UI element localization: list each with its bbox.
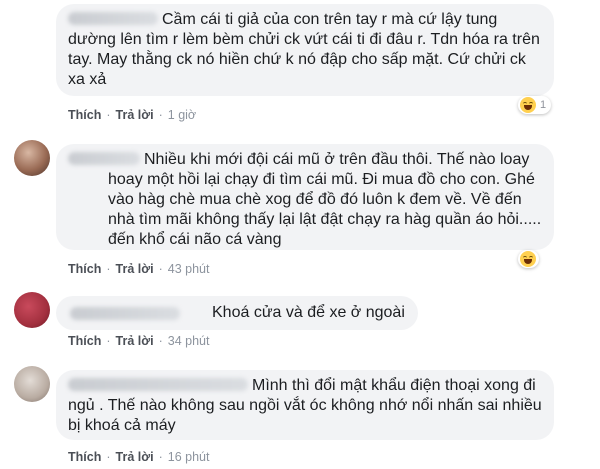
- comment-bubble: Khoá cửa và để xe ở ngoài: [56, 296, 418, 330]
- commenter-name[interactable]: [68, 378, 248, 391]
- reply-link[interactable]: Trả lời: [116, 334, 154, 348]
- comment-actions: Thích · Trả lời · 16 phút: [68, 450, 210, 464]
- comment-time[interactable]: 43 phút: [168, 262, 210, 276]
- commenter-name[interactable]: [70, 307, 180, 320]
- reply-link[interactable]: Trả lời: [116, 450, 154, 464]
- reply-link[interactable]: Trả lời: [116, 262, 154, 276]
- comment-actions: Thích · Trả lời · 43 phút: [68, 262, 210, 276]
- comment-actions: Thích · Trả lời · 34 phút: [68, 334, 210, 348]
- comment-actions: Thích · Trả lời · 1 giờ: [68, 108, 197, 122]
- haha-icon: [520, 97, 536, 113]
- like-link[interactable]: Thích: [68, 450, 101, 464]
- avatar[interactable]: [14, 292, 50, 328]
- comment-time[interactable]: 16 phút: [168, 450, 210, 464]
- reaction-badge[interactable]: 1: [518, 96, 552, 114]
- reaction-count: 1: [540, 99, 547, 111]
- comment-time[interactable]: 34 phút: [168, 334, 210, 348]
- avatar[interactable]: [14, 366, 50, 402]
- commenter-name[interactable]: [68, 152, 140, 165]
- comment-bubble: Cầm cái ti giả của con trên tay r mà cứ …: [56, 4, 554, 96]
- avatar[interactable]: [14, 140, 50, 176]
- comment-text: Khoá cửa và để xe ở ngoài: [212, 304, 405, 321]
- comment-time[interactable]: 1 giờ: [168, 108, 196, 122]
- haha-icon: [520, 251, 536, 267]
- commenter-name[interactable]: [68, 12, 158, 25]
- reaction-badge[interactable]: [518, 250, 539, 268]
- comment-bubble: Mình thì đổi mật khẩu điện thoại xong đi…: [56, 370, 554, 440]
- like-link[interactable]: Thích: [68, 108, 101, 122]
- like-link[interactable]: Thích: [68, 334, 101, 348]
- reply-link[interactable]: Trả lời: [116, 108, 154, 122]
- comment-bubble: Nhiều khi mới đội cái mũ ở trên đầu thôi…: [56, 144, 554, 250]
- like-link[interactable]: Thích: [68, 262, 101, 276]
- comment-text: Nhiều khi mới đội cái mũ ở trên đầu thôi…: [108, 151, 542, 248]
